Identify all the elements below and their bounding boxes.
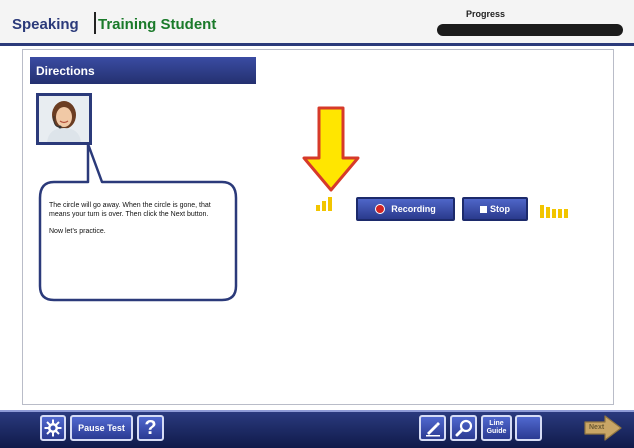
settings-gear-icon bbox=[44, 419, 62, 437]
directions-text: The circle will go away. When the circle… bbox=[49, 201, 227, 244]
highlight-button[interactable] bbox=[419, 415, 446, 441]
down-arrow-icon bbox=[302, 106, 360, 192]
help-button[interactable]: ? bbox=[137, 415, 164, 441]
stop-square-icon bbox=[480, 205, 487, 213]
next-label: Next bbox=[589, 424, 605, 431]
header-bar: Speaking Training Student Progress bbox=[0, 0, 634, 46]
mode-title: Training Student bbox=[98, 16, 217, 33]
recording-button[interactable]: Recording bbox=[356, 197, 455, 221]
progress-label: Progress bbox=[466, 9, 506, 19]
directions-heading: Directions bbox=[30, 57, 256, 84]
help-question-icon: ? bbox=[144, 416, 157, 439]
progress-bar bbox=[437, 24, 623, 36]
audio-level-icon bbox=[316, 197, 332, 211]
line-guide-button[interactable]: Line Guide bbox=[481, 415, 512, 441]
title-divider bbox=[94, 12, 96, 34]
zoom-button[interactable] bbox=[450, 415, 477, 441]
audio-level-meter-icon bbox=[540, 205, 568, 218]
app-window: Speaking Training Student Progress Direc… bbox=[0, 0, 634, 448]
section-title: Speaking bbox=[12, 16, 79, 33]
directions-paragraph: Now let’s practice. bbox=[49, 228, 106, 235]
zoom-magnifier-icon bbox=[455, 419, 472, 437]
settings-button[interactable] bbox=[40, 415, 66, 441]
stop-button[interactable]: Stop bbox=[462, 197, 528, 221]
pause-test-button[interactable]: Pause Test bbox=[70, 415, 133, 441]
recording-label: Recording bbox=[391, 204, 436, 214]
record-dot-icon bbox=[375, 204, 386, 214]
blank-tool-button[interactable] bbox=[515, 415, 542, 441]
directions-paragraph: The circle will go away. When the circle… bbox=[49, 202, 211, 218]
highlighter-pen-icon bbox=[425, 422, 440, 437]
narrator-avatar bbox=[36, 93, 92, 145]
stop-label: Stop bbox=[490, 204, 510, 214]
